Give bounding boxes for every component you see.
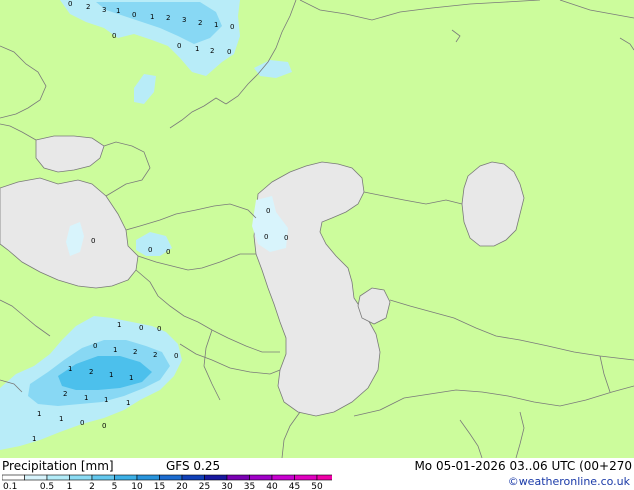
value-label: 1: [59, 415, 63, 423]
color-scale-tick-label: 0.1: [3, 482, 17, 490]
value-label: 0: [166, 248, 170, 256]
color-scale-tick-label: 35: [244, 482, 255, 490]
value-label: 0: [91, 237, 95, 245]
value-label: 1: [32, 435, 36, 443]
value-label: 1: [195, 45, 199, 53]
color-scale-box: [2, 474, 25, 481]
color-scale-tick-label: 25: [199, 482, 210, 490]
value-label: 0: [68, 0, 72, 8]
color-scale-tick-label: 2: [89, 482, 95, 490]
value-label: 2: [63, 390, 67, 398]
value-label: 0: [227, 48, 231, 56]
value-label: 1: [104, 396, 108, 404]
value-label: 0: [266, 207, 270, 215]
value-label: 0: [177, 42, 181, 50]
value-label: 1: [150, 13, 154, 21]
color-scale-box: [159, 474, 183, 481]
value-label: 0: [112, 32, 116, 40]
color-scale-box: [271, 474, 295, 481]
color-scale-box: [249, 474, 273, 481]
color-scale-box: [226, 474, 250, 481]
color-scale-tick-label: 45: [289, 482, 300, 490]
color-scale-box: [136, 474, 160, 481]
value-label: 2: [153, 351, 157, 359]
forecast-run-info: Mo 05-01-2026 03..06 UTC (00+270: [414, 459, 632, 473]
value-label: 1: [109, 371, 113, 379]
value-label: 1: [37, 410, 41, 418]
legend-title: Precipitation [mm]: [2, 459, 114, 473]
value-label: 2: [198, 19, 202, 27]
color-scale-tick-label: 15: [154, 482, 165, 490]
color-scale-box: [204, 474, 228, 481]
value-label: 0: [264, 233, 268, 241]
value-label: 0: [139, 324, 143, 332]
value-label: 1: [126, 399, 130, 407]
value-label: 1: [117, 321, 121, 329]
color-scale-box: [91, 474, 115, 481]
value-label: 1: [68, 365, 72, 373]
value-label: 1: [84, 394, 88, 402]
value-label: 2: [166, 14, 170, 22]
value-label: 1: [129, 374, 133, 382]
weather-map: 0 2 3 1 0 1 2 3 2 1 0 0 0 1 2 0 0 0 0 0 …: [0, 0, 634, 458]
value-label: 0: [132, 11, 136, 19]
legend-footer: Precipitation [mm] GFS 0.25 Mo 05-01-202…: [0, 458, 634, 490]
color-scale-tick-label: 10: [131, 482, 143, 490]
color-scale-box: [181, 474, 205, 481]
color-scale-tick-label: 50: [311, 482, 323, 490]
value-label: 0: [80, 419, 84, 427]
value-label: 0: [230, 23, 234, 31]
color-scale-tick-label: 5: [112, 482, 118, 490]
value-label: 0: [148, 246, 152, 254]
color-scale-box: [24, 474, 48, 481]
color-scale-boxes: [2, 474, 332, 481]
model-name: GFS 0.25: [166, 459, 221, 473]
color-scale-box: [114, 474, 138, 481]
value-label: 3: [102, 6, 106, 14]
color-scale-tick-label: 40: [266, 482, 278, 490]
value-label: 2: [133, 348, 137, 356]
value-label: 0: [284, 234, 288, 242]
credit-link[interactable]: ©weatheronline.co.uk: [508, 475, 630, 489]
value-label: 1: [113, 346, 117, 354]
value-label: 1: [116, 7, 120, 15]
color-scale-box: [294, 474, 318, 481]
color-scale: 0.1 0.5 1 2 5 10 15 20 25 30 35 40 45 50: [2, 474, 332, 490]
color-scale-box: [46, 474, 70, 481]
color-scale-box: [69, 474, 93, 481]
value-label: 1: [214, 21, 218, 29]
color-scale-tick-label: 30: [221, 482, 233, 490]
value-label: 0: [157, 325, 161, 333]
value-label: 3: [182, 16, 186, 24]
value-label: 0: [93, 342, 97, 350]
value-label: 2: [89, 368, 93, 376]
color-scale-tick-label: 20: [176, 482, 188, 490]
value-label: 0: [102, 422, 106, 430]
color-scale-ticks: 0.1 0.5 1 2 5 10 15 20 25 30 35 40 45 50: [3, 482, 323, 490]
value-label: 2: [86, 3, 90, 11]
value-label: 0: [174, 352, 178, 360]
color-scale-box: [316, 474, 332, 481]
value-label: 2: [210, 47, 214, 55]
color-scale-tick-label: 1: [67, 482, 73, 490]
color-scale-tick-label: 0.5: [40, 482, 54, 490]
